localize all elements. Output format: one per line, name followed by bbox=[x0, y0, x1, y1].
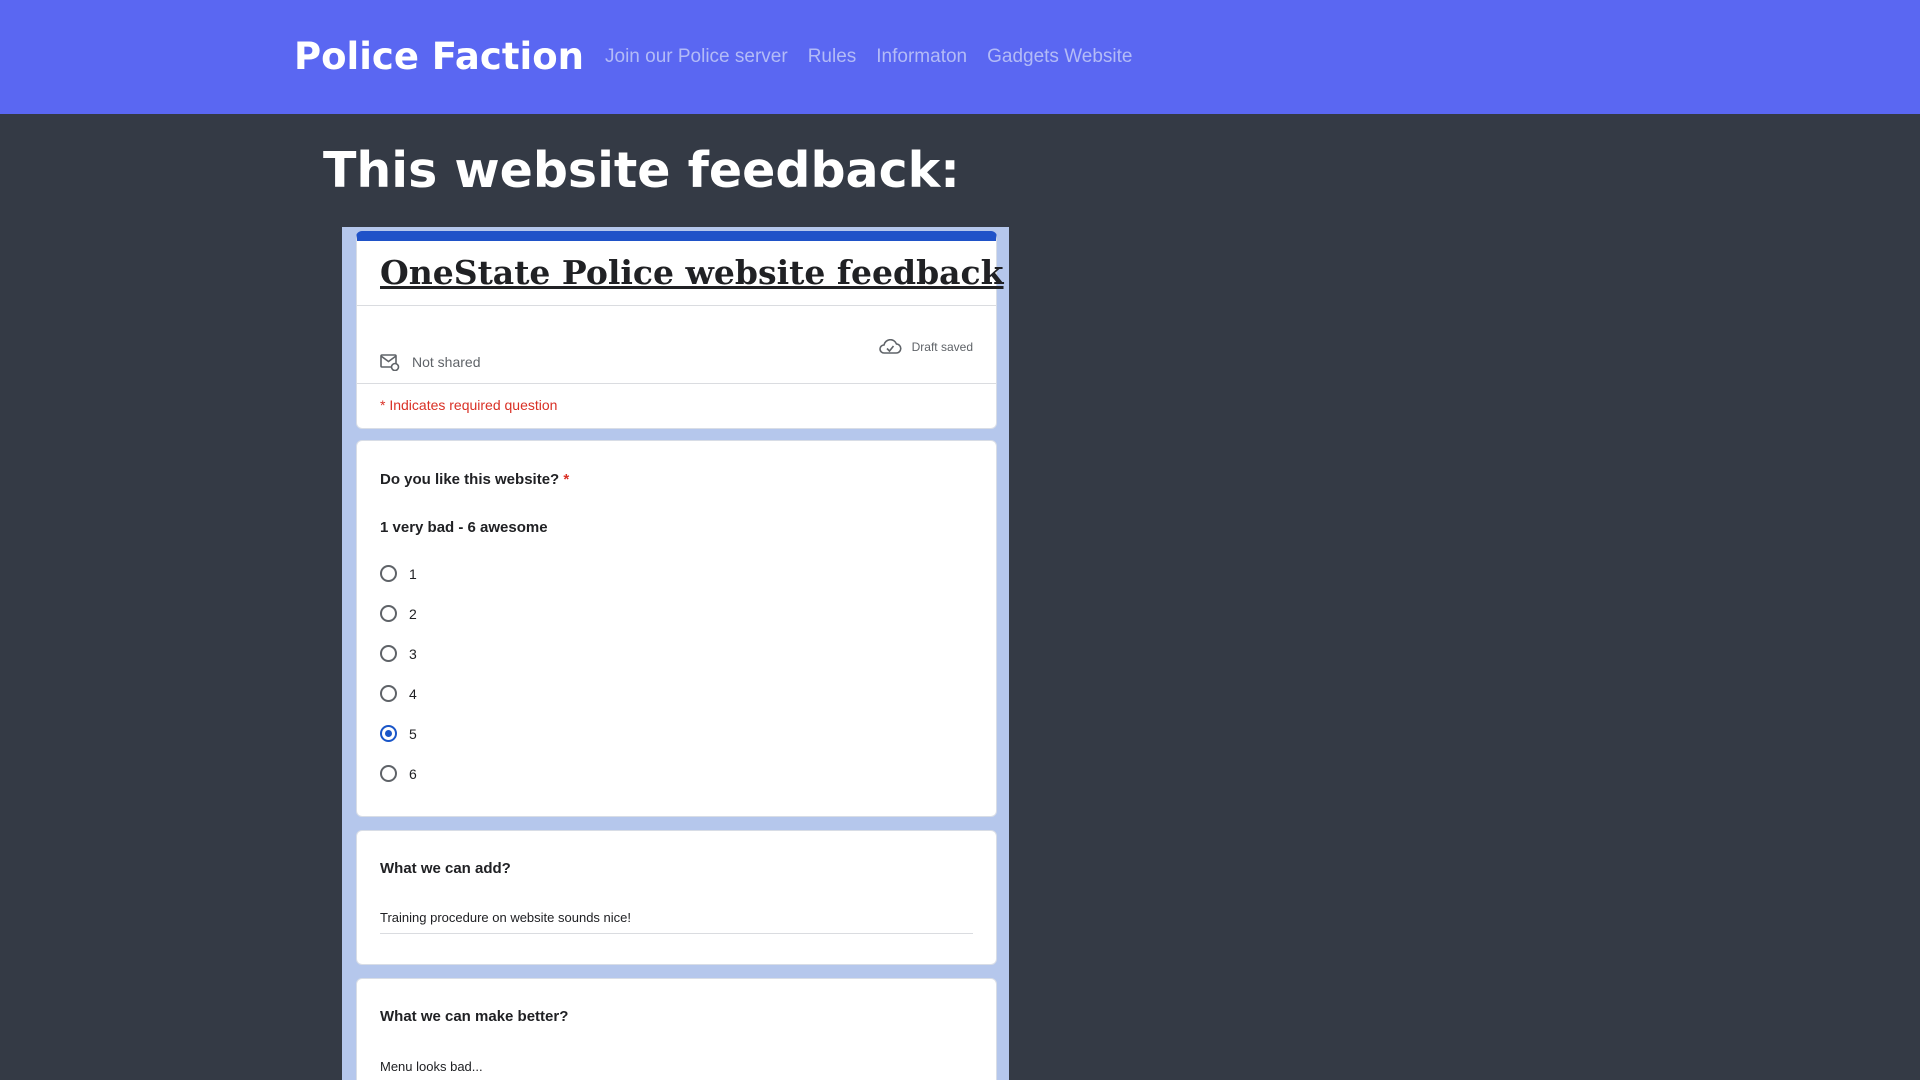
sharing-status: Not shared bbox=[380, 353, 480, 371]
save-status-label: Draft saved bbox=[911, 340, 973, 354]
question-title: What we can make better? bbox=[380, 1008, 569, 1025]
question-card-rating: Do you like this website? * 1 very bad -… bbox=[356, 440, 997, 817]
form-header-card: OneState Police website feedback Not sha… bbox=[356, 231, 1004, 429]
nav-link-information[interactable]: Informaton bbox=[876, 46, 967, 68]
question-card-add: What we can add? Training procedure on w… bbox=[356, 830, 997, 965]
question-title-text: Do you like this website? bbox=[380, 471, 560, 488]
feedback-form-screenshot: OneState Police website feedback Not sha… bbox=[342, 227, 1009, 1080]
radio-button[interactable] bbox=[380, 765, 397, 782]
question-card-improve: What we can make better? Menu looks bad.… bbox=[356, 978, 997, 1080]
form-title: OneState Police website feedback bbox=[380, 253, 1004, 292]
radio-option-label: 6 bbox=[409, 765, 417, 782]
radio-option-5[interactable]: 5 bbox=[380, 725, 417, 742]
radio-button[interactable] bbox=[380, 565, 397, 582]
radio-option-2[interactable]: 2 bbox=[380, 605, 417, 622]
divider bbox=[357, 305, 996, 306]
radio-option-label: 3 bbox=[409, 645, 417, 662]
mail-settings-icon bbox=[380, 354, 400, 371]
nav-link-join-server[interactable]: Join our Police server bbox=[605, 46, 788, 68]
save-status: Draft saved bbox=[878, 339, 973, 355]
required-note: * Indicates required question bbox=[380, 397, 558, 413]
page-heading: This website feedback: bbox=[323, 142, 960, 199]
navbar: Police Faction Join our Police server Ru… bbox=[0, 0, 1920, 114]
radio-option-6[interactable]: 6 bbox=[380, 765, 417, 782]
answer-field[interactable]: Menu looks bad... bbox=[380, 1059, 973, 1080]
question-title: What we can add? bbox=[380, 860, 511, 877]
radio-option-4[interactable]: 4 bbox=[380, 685, 417, 702]
brand-link[interactable]: Police Faction bbox=[294, 35, 584, 78]
cloud-check-icon bbox=[878, 339, 902, 354]
radio-option-1[interactable]: 1 bbox=[380, 565, 417, 582]
nav-link-gadgets-website[interactable]: Gadgets Website bbox=[987, 46, 1132, 68]
radio-button-selected[interactable] bbox=[380, 725, 397, 742]
radio-button[interactable] bbox=[380, 645, 397, 662]
nav-link-rules[interactable]: Rules bbox=[808, 46, 857, 68]
question-title: Do you like this website? * bbox=[380, 471, 569, 488]
radio-option-label: 5 bbox=[409, 725, 417, 742]
question-description: 1 very bad - 6 awesome bbox=[380, 519, 548, 536]
radio-option-label: 2 bbox=[409, 605, 417, 622]
radio-button[interactable] bbox=[380, 685, 397, 702]
radio-button[interactable] bbox=[380, 605, 397, 622]
radio-option-label: 1 bbox=[409, 565, 417, 582]
divider bbox=[357, 383, 996, 384]
radio-option-3[interactable]: 3 bbox=[380, 645, 417, 662]
nav-links: Join our Police server Rules Informaton … bbox=[605, 46, 1133, 68]
sharing-status-label: Not shared bbox=[412, 354, 481, 370]
radio-option-label: 4 bbox=[409, 685, 417, 702]
required-star: * bbox=[563, 471, 570, 488]
answer-field[interactable]: Training procedure on website sounds nic… bbox=[380, 910, 973, 934]
